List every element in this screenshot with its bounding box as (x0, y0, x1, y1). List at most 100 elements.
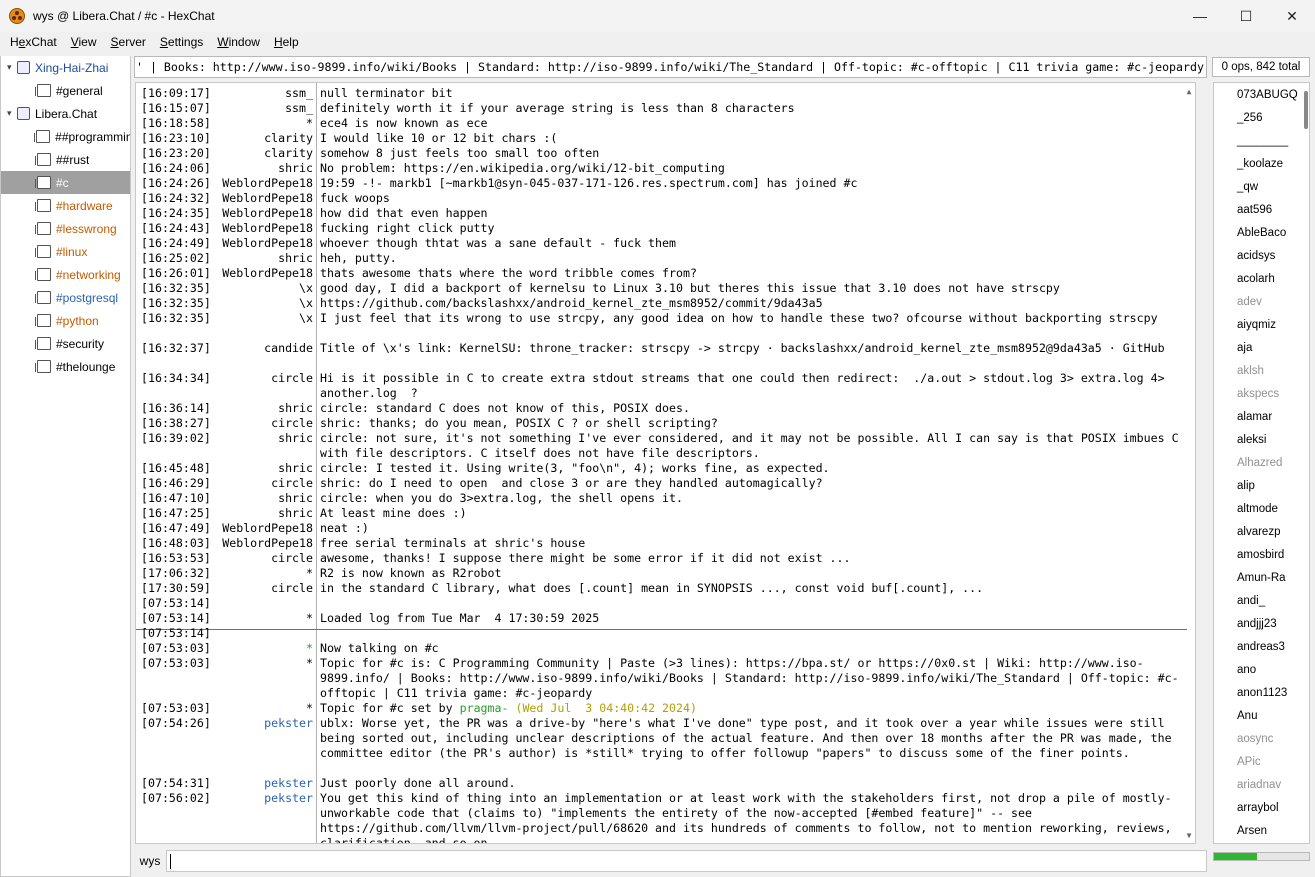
scroll-down-icon[interactable]: ▼ (1185, 831, 1193, 840)
topic-entry[interactable]: ' | Books: http://www.iso-9899.info/wiki… (134, 56, 1207, 78)
nick[interactable]: candide (198, 341, 313, 355)
nick[interactable]: shric (198, 431, 313, 445)
maximize-icon[interactable]: ☐ (1223, 0, 1269, 32)
chat-line: [16:24:49] WeblordPepe18 whoever though th… (136, 236, 1186, 251)
user-list-item[interactable]: acidsys (1237, 250, 1275, 262)
user-list-scrollbar[interactable] (1304, 91, 1308, 129)
menu-help[interactable]: Help (267, 35, 306, 49)
chat-text-area[interactable]: ▲ ▼ [16:09:17] ssm_ null terminator bit [16… (135, 82, 1196, 844)
expander-icon[interactable]: ▾ (7, 108, 17, 119)
nick[interactable]: WeblordPepe18 (198, 191, 313, 205)
user-list-item[interactable]: ariadnav (1237, 779, 1281, 791)
nick[interactable]: pekster (198, 791, 313, 805)
user-list-item[interactable]: arraybol (1237, 802, 1279, 814)
user-list-item[interactable]: 073ABUGQ (1237, 89, 1298, 101)
nick[interactable]: pekster (198, 776, 313, 790)
user-list-item[interactable]: andreas3 (1237, 641, 1285, 653)
nick[interactable]: WeblordPepe18 (198, 221, 313, 235)
nick[interactable]: ssm_ (198, 86, 313, 100)
nick[interactable]: WeblordPepe18 (198, 266, 313, 280)
nick[interactable]: WeblordPepe18 (198, 536, 313, 550)
nick[interactable]: circle (198, 581, 313, 595)
user-list-item[interactable]: amosbird (1237, 549, 1284, 561)
nick[interactable]: \x (198, 311, 313, 325)
nick[interactable]: pekster (198, 716, 313, 730)
nick[interactable]: clarity (198, 131, 313, 145)
user-list-item[interactable]: Anu (1237, 710, 1257, 722)
menu-window[interactable]: Window (210, 35, 267, 49)
user-list-item[interactable]: acolarh (1237, 273, 1275, 285)
menu-settings[interactable]: Settings (153, 35, 210, 49)
tree-item-xing-hai-zhai[interactable]: ▾ Xing-Hai-Zhai (1, 56, 130, 79)
tree-item-hardware[interactable]: #hardware (1, 194, 130, 217)
nick[interactable]: WeblordPepe18 (198, 521, 313, 535)
tree-item-security[interactable]: #security (1, 332, 130, 355)
chat-line: [07:53:03] * Now talking on #c (136, 641, 1186, 656)
nick[interactable]: WeblordPepe18 (198, 176, 313, 190)
message-input[interactable] (166, 850, 1207, 872)
menu-hexchat[interactable]: HexChat (3, 35, 64, 49)
scroll-up-icon[interactable]: ▲ (1185, 87, 1193, 96)
channel-tree[interactable]: ▾ Xing-Hai-Zhai #general ▾ Libera.Chat ##prog… (0, 56, 131, 877)
nick-button[interactable]: wys (135, 850, 165, 872)
tree-item-c[interactable]: #c (1, 171, 130, 194)
nick[interactable]: ssm_ (198, 101, 313, 115)
user-list-item[interactable]: alamar (1237, 411, 1272, 423)
user-list-item[interactable]: aja (1237, 342, 1252, 354)
user-list-item[interactable]: alip (1237, 480, 1255, 492)
user-list-item[interactable]: adev (1237, 296, 1262, 308)
menu-view[interactable]: View (64, 35, 104, 49)
user-list-item[interactable]: aosync (1237, 733, 1273, 745)
tree-item-postgresql[interactable]: #postgresql (1, 286, 130, 309)
tree-item-linux[interactable]: #linux (1, 240, 130, 263)
nick[interactable]: shric (198, 491, 313, 505)
close-icon[interactable]: ✕ (1269, 0, 1315, 32)
user-list-item[interactable]: Arsen (1237, 825, 1267, 837)
tree-item-libera-chat[interactable]: ▾ Libera.Chat (1, 102, 130, 125)
tree-item-lesswrong[interactable]: #lesswrong (1, 217, 130, 240)
tree-item-networking[interactable]: #networking (1, 263, 130, 286)
user-list-item[interactable]: Amun-Ra (1237, 572, 1286, 584)
user-list-item[interactable]: _256 (1237, 112, 1263, 124)
nick[interactable]: shric (198, 251, 313, 265)
user-list-item[interactable]: anon1123 (1237, 687, 1287, 699)
tree-item-general[interactable]: #general (1, 79, 130, 102)
nick[interactable]: WeblordPepe18 (198, 236, 313, 250)
nick[interactable]: circle (198, 551, 313, 565)
user-list-item[interactable]: ________ (1237, 135, 1288, 147)
tree-item-python[interactable]: #python (1, 309, 130, 332)
user-list-item[interactable]: Alhazred (1237, 457, 1282, 469)
user-list-item[interactable]: altmode (1237, 503, 1278, 515)
nick[interactable]: \x (198, 296, 313, 310)
user-list-item[interactable]: aiyqmiz (1237, 319, 1276, 331)
user-list-item[interactable]: APic (1237, 756, 1261, 768)
user-list-item[interactable]: _koolaze (1237, 158, 1283, 170)
user-list-item[interactable]: aat596 (1237, 204, 1272, 216)
nick[interactable]: circle (198, 476, 313, 490)
nick[interactable]: shric (198, 461, 313, 475)
user-list-item[interactable]: ano (1237, 664, 1256, 676)
nick[interactable]: shric (198, 161, 313, 175)
tree-item-thelounge[interactable]: #thelounge (1, 355, 130, 378)
nick[interactable]: shric (198, 401, 313, 415)
tree-item-programming[interactable]: ##programming (1, 125, 130, 148)
nick[interactable]: circle (198, 371, 313, 385)
user-list-item[interactable]: _qw (1237, 181, 1258, 193)
nick[interactable]: \x (198, 281, 313, 295)
user-list[interactable]: 073ABUGQ _256 ________ _koolaze _qw aat596 Abl… (1213, 82, 1310, 844)
user-list-item[interactable]: aleksi (1237, 434, 1266, 446)
nick[interactable]: WeblordPepe18 (198, 206, 313, 220)
user-list-item[interactable]: akspecs (1237, 388, 1279, 400)
user-list-item[interactable]: AbleBaco (1237, 227, 1286, 239)
minimize-icon[interactable]: — (1177, 0, 1223, 32)
nick[interactable]: circle (198, 416, 313, 430)
user-list-item[interactable]: andi_ (1237, 595, 1265, 607)
expander-icon[interactable]: ▾ (7, 62, 17, 73)
user-list-item[interactable]: alvarezp (1237, 526, 1280, 538)
nick[interactable]: shric (198, 506, 313, 520)
menu-server[interactable]: Server (104, 35, 153, 49)
user-list-item[interactable]: andjjj23 (1237, 618, 1277, 630)
user-list-item[interactable]: aklsh (1237, 365, 1264, 377)
tree-item-rust[interactable]: ##rust (1, 148, 130, 171)
nick[interactable]: clarity (198, 146, 313, 160)
